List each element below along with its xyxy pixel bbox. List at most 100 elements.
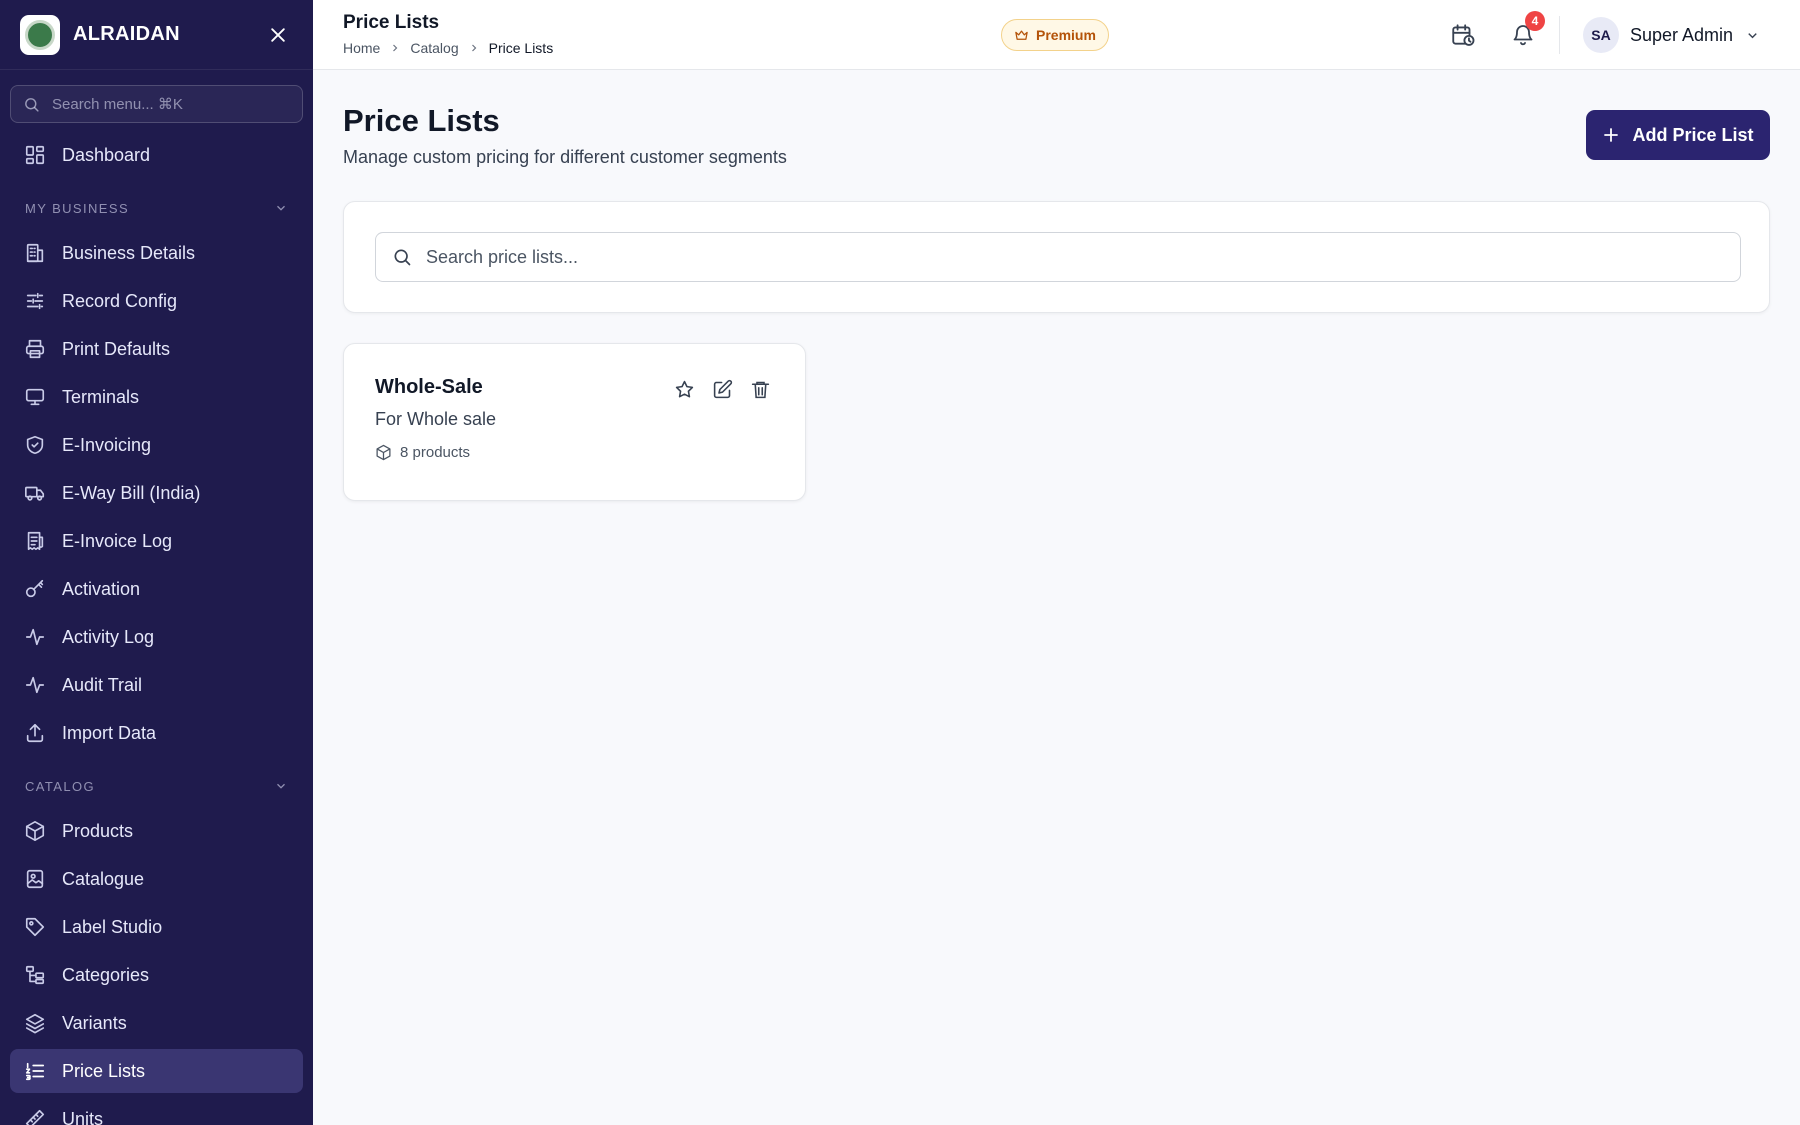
price-list-actions — [673, 378, 771, 400]
sliders-icon — [26, 292, 44, 310]
breadcrumb: Home Catalog Price Lists — [343, 40, 553, 56]
price-list-search-input[interactable] — [426, 246, 1724, 268]
plus-icon — [1604, 128, 1619, 142]
sidebar-nav: Dashboard — [0, 133, 313, 177]
delete-button[interactable] — [749, 378, 771, 400]
premium-badge[interactable]: Premium — [1001, 19, 1109, 51]
price-list-product-count: 8 products — [375, 444, 470, 461]
sidebar-item-terminals[interactable]: Terminals — [10, 375, 303, 419]
sidebar-item-print-defaults[interactable]: Print Defaults — [10, 327, 303, 371]
sidebar-item-label: Print Defaults — [62, 338, 171, 359]
edit-button[interactable] — [711, 378, 733, 400]
divider — [1559, 16, 1560, 54]
search-card — [343, 201, 1770, 313]
nav-catalog: Products Catalogue Label Studio Categories V… — [0, 809, 313, 1125]
sidebar-item-label: Activation — [62, 578, 141, 599]
topbar: Price Lists Home Catalog Price Lists Pre… — [313, 0, 1800, 70]
add-price-list-button[interactable]: Add Price List — [1586, 110, 1770, 160]
calendar-clock-button[interactable] — [1445, 17, 1481, 53]
sidebar-item-variants[interactable]: Variants — [10, 1001, 303, 1045]
sidebar-item-label: Business Details — [62, 242, 196, 263]
sidebar-item-label: Price Lists — [62, 1060, 146, 1081]
image-book-icon — [26, 869, 44, 889]
sidebar-brand: ALRAIDAN — [0, 0, 313, 70]
sidebar-item-label: Label Studio — [62, 916, 163, 937]
trash-icon — [751, 381, 769, 398]
sidebar-item-catalogue[interactable]: Catalogue — [10, 857, 303, 901]
sidebar-item-e-invoice-log[interactable]: E-Invoice Log — [10, 519, 303, 563]
notifications-button[interactable]: 4 — [1505, 11, 1545, 53]
main-content: Price Lists Manage custom pricing for di… — [313, 70, 1800, 1125]
sidebar-item-activity-log[interactable]: Activity Log — [10, 615, 303, 659]
search-icon — [25, 97, 39, 112]
section-catalog[interactable]: CATALOG — [0, 765, 313, 807]
page-subtitle: Manage custom pricing for different cust… — [343, 147, 787, 167]
sidebar-item-units[interactable]: Units — [10, 1097, 303, 1125]
printer-icon — [25, 339, 45, 359]
add-button-label: Add Price List — [1632, 124, 1754, 145]
sidebar-item-categories[interactable]: Categories — [10, 953, 303, 997]
chevron-right-icon — [389, 42, 401, 54]
sidebar-item-label: E-Invoice Log — [62, 530, 173, 551]
chevron-down-icon — [1748, 32, 1757, 38]
breadcrumb-current: Price Lists — [488, 40, 554, 56]
shield-check-icon — [26, 435, 44, 455]
chevron-right-icon — [468, 42, 480, 54]
close-icon — [271, 27, 285, 42]
receipt-icon — [27, 531, 44, 551]
sidebar-item-label: Categories — [62, 964, 150, 985]
price-list-card[interactable]: Whole-Sale For Whole sale 8 products — [343, 343, 806, 501]
list-ordered-icon — [25, 1062, 45, 1081]
set-default-button[interactable] — [673, 378, 695, 400]
premium-label: Premium — [1036, 27, 1096, 43]
tag-icon — [25, 917, 45, 937]
activity-icon — [25, 676, 45, 694]
breadcrumb-catalog[interactable]: Catalog — [410, 40, 458, 56]
edit-icon — [713, 379, 732, 398]
sidebar-item-label: Terminals — [62, 386, 140, 407]
sidebar: ALRAIDAN Search menu... ⌘K Dashboard MY … — [0, 0, 313, 1125]
sidebar-item-audit-trail[interactable]: Audit Trail — [10, 663, 303, 707]
sidebar-item-label: Import Data — [62, 722, 157, 743]
sidebar-item-dashboard[interactable]: Dashboard — [10, 133, 303, 177]
sidebar-item-e-invoicing[interactable]: E-Invoicing — [10, 423, 303, 467]
menu-search-input[interactable]: Search menu... ⌘K — [10, 85, 303, 123]
section-my-business[interactable]: MY BUSINESS — [0, 187, 313, 229]
sidebar-item-label: Variants — [62, 1012, 127, 1033]
nav-my-business: Business Details Record Config Print Defau… — [0, 231, 313, 755]
box-icon — [376, 444, 391, 461]
product-count-label: 8 products — [400, 444, 471, 461]
breadcrumb-home[interactable]: Home — [343, 40, 380, 56]
folder-tree-icon — [25, 965, 45, 985]
star-icon — [675, 380, 693, 397]
monitor-icon — [25, 388, 45, 406]
page-title: Price Lists — [343, 103, 500, 138]
calendar-clock-icon — [1452, 24, 1475, 46]
section-title: MY BUSINESS — [25, 200, 130, 216]
activity-icon — [25, 628, 45, 646]
search-icon — [394, 249, 411, 266]
sidebar-item-label: E-Invoicing — [62, 434, 152, 455]
sidebar-item-label: E-Way Bill (India) — [62, 482, 201, 503]
topbar-title: Price Lists — [343, 12, 440, 33]
sidebar-item-label: Products — [62, 820, 134, 841]
sidebar-item-import-data[interactable]: Import Data — [10, 711, 303, 755]
sidebar-item-record-config[interactable]: Record Config — [10, 279, 303, 323]
chevron-down-icon — [277, 783, 285, 789]
brand-name: ALRAIDAN — [73, 23, 180, 45]
layers-icon — [25, 1013, 45, 1034]
price-list-search[interactable] — [375, 232, 1741, 282]
notification-count: 4 — [1525, 11, 1545, 31]
upload-icon — [26, 723, 44, 743]
brand-logo — [20, 14, 60, 55]
sidebar-item-products[interactable]: Products — [10, 809, 303, 853]
dashboard-icon — [25, 145, 45, 165]
sidebar-item-price-lists[interactable]: Price Lists — [10, 1049, 303, 1093]
sidebar-item-label: Dashboard — [62, 144, 151, 165]
sidebar-item-business-details[interactable]: Business Details — [10, 231, 303, 275]
close-sidebar-button[interactable] — [263, 20, 293, 50]
user-menu[interactable]: SA Super Admin — [1583, 16, 1760, 54]
sidebar-item-label-studio[interactable]: Label Studio — [10, 905, 303, 949]
sidebar-item-e-way-bill-india[interactable]: E-Way Bill (India) — [10, 471, 303, 515]
sidebar-item-activation[interactable]: Activation — [10, 567, 303, 611]
